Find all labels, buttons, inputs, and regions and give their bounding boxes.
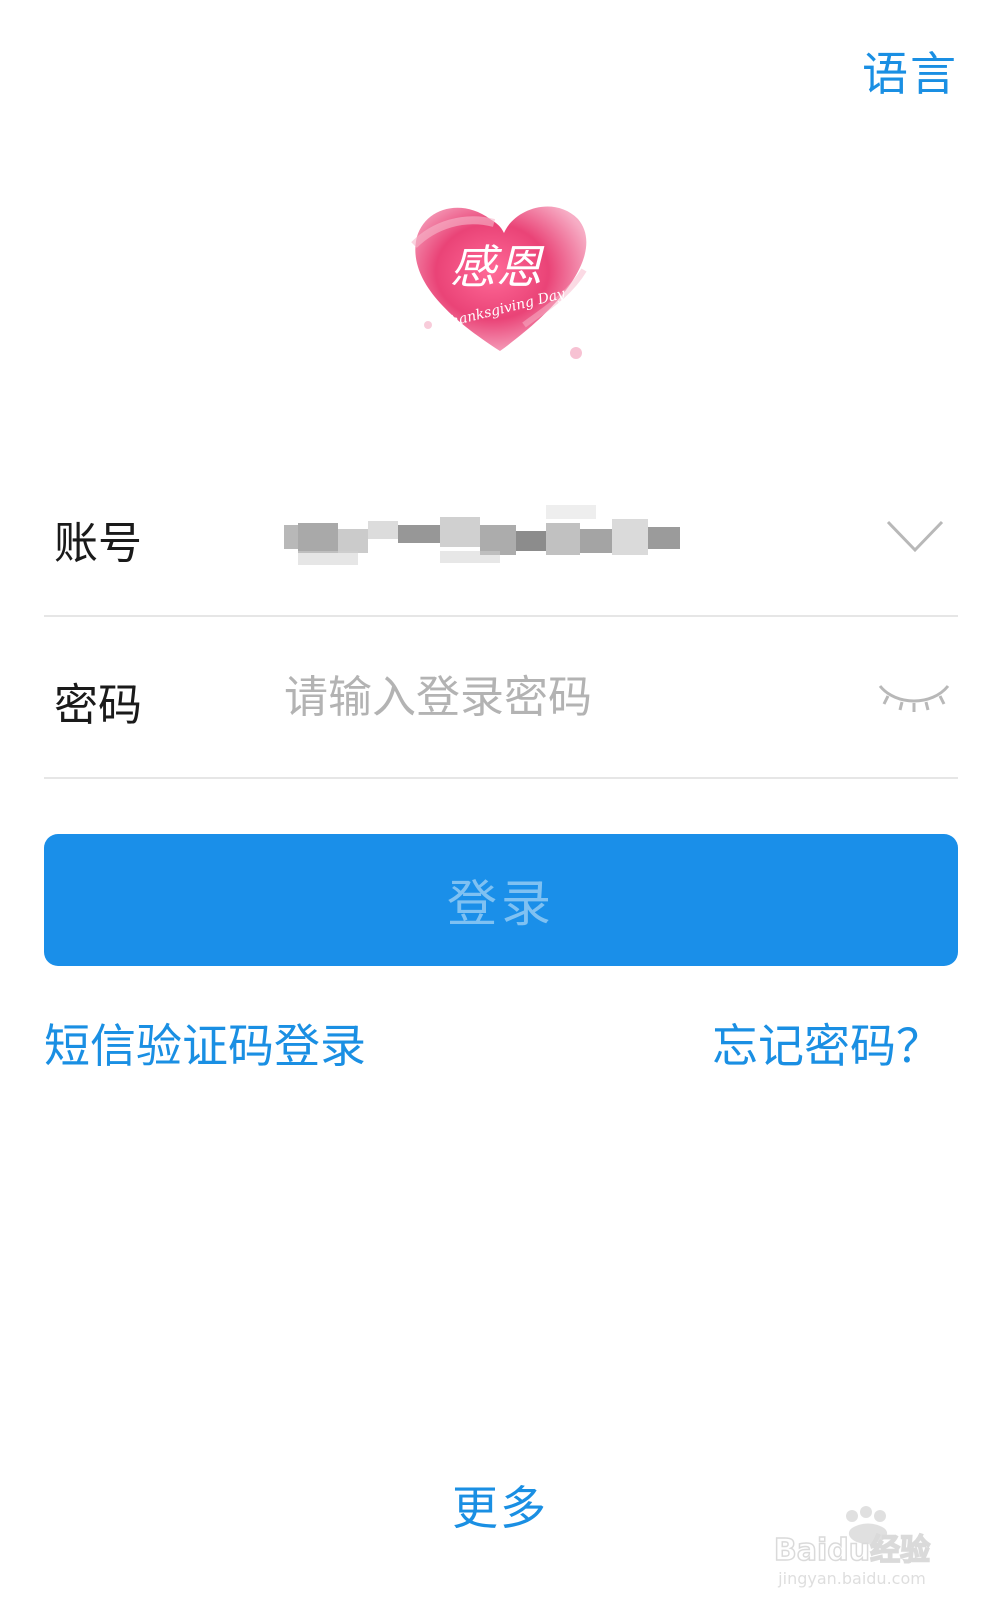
forgot-password-link[interactable]: 忘记密码？ — [712, 1010, 942, 1076]
eye-closed-icon — [878, 685, 950, 712]
login-screen: 语言 感恩 Thanksgiving Day 账号 密码 登录 短信验证码登录 … — [0, 0, 1000, 1604]
baidu-watermark: Baidu经验 jingyan.baidu.com — [773, 1506, 931, 1588]
account-field[interactable] — [284, 495, 704, 575]
watermark-url: jingyan.baidu.com — [777, 1569, 926, 1588]
account-label: 账号 — [54, 518, 142, 569]
account-row: 账号 — [44, 455, 958, 617]
avatar: 感恩 Thanksgiving Day — [404, 175, 596, 367]
password-row: 密码 — [44, 617, 958, 779]
chevron-down-icon — [886, 520, 944, 553]
password-visibility-toggle[interactable] — [876, 672, 952, 722]
language-link[interactable]: 语言 — [862, 38, 958, 104]
redacted-mosaic — [284, 505, 680, 565]
account-dropdown-button[interactable] — [880, 500, 950, 570]
avatar-image: 感恩 Thanksgiving Day — [404, 175, 596, 367]
sms-login-link[interactable]: 短信验证码登录 — [44, 1010, 366, 1076]
password-label: 密码 — [54, 680, 142, 731]
avatar-title: 感恩 — [450, 240, 545, 294]
watermark-brand: Baidu经验 — [774, 1533, 930, 1568]
login-button[interactable]: 登录 — [44, 834, 958, 966]
password-input[interactable] — [284, 665, 844, 729]
